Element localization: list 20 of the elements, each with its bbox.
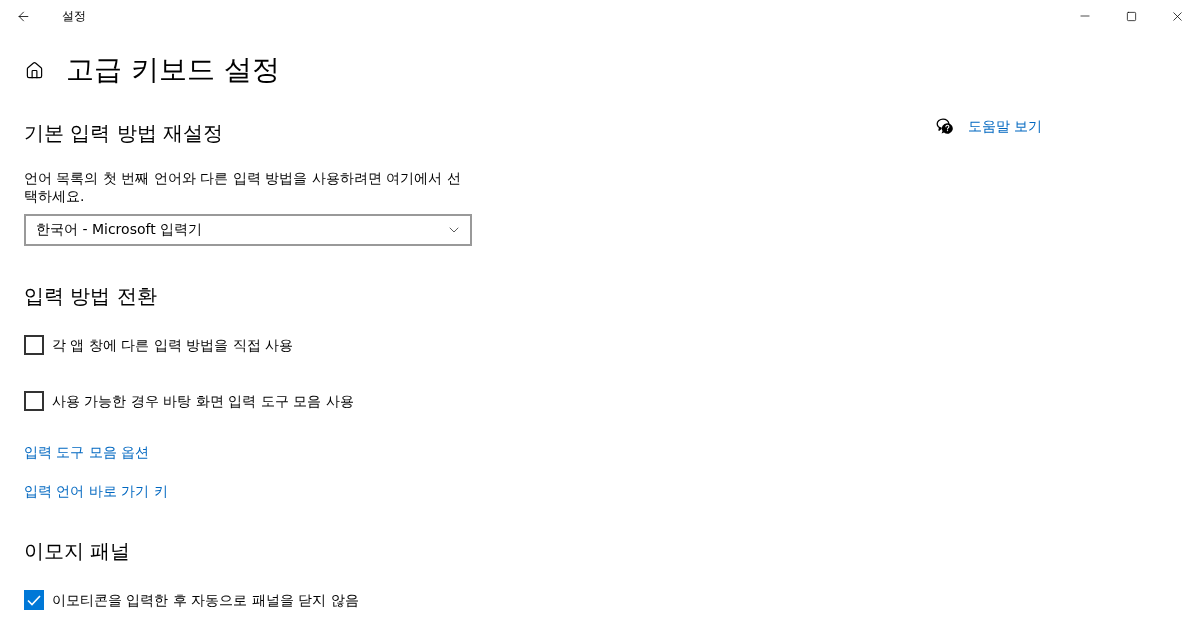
- section-heading: 이모지 패널: [24, 538, 131, 565]
- checkbox-label[interactable]: 사용 가능한 경우 바탕 화면 입력 도구 모음 사용: [52, 391, 354, 411]
- checkbox[interactable]: [24, 391, 44, 411]
- checkbox-label[interactable]: 각 앱 창에 다른 입력 방법을 직접 사용: [52, 335, 294, 355]
- checkbox-label[interactable]: 이모티콘을 입력한 후 자동으로 패널을 닫지 않음: [52, 590, 359, 610]
- checkbox[interactable]: [24, 335, 44, 355]
- window-title: 설정: [62, 8, 86, 24]
- checkbox[interactable]: [24, 590, 44, 610]
- maximize-icon: [1125, 10, 1137, 22]
- section-heading: 기본 입력 방법 재설정: [24, 120, 224, 147]
- chat-question-icon: [936, 118, 954, 134]
- input-method-dropdown[interactable]: 한국어 - Microsoft 입력기: [24, 214, 472, 246]
- home-icon: [24, 60, 44, 80]
- back-arrow-icon: [15, 8, 31, 24]
- page-title: 고급 키보드 설정: [66, 52, 280, 88]
- settings-link[interactable]: 입력 언어 바로 가기 키: [24, 481, 168, 501]
- section-heading: 입력 방법 전환: [24, 283, 157, 310]
- settings-link[interactable]: 입력 도구 모음 옵션: [24, 442, 150, 462]
- description-text: 언어 목록의 첫 번째 언어와 다른 입력 방법을 사용하려면 여기에서 선택하세요.: [24, 169, 462, 205]
- help-link[interactable]: 도움말 보기: [968, 116, 1043, 136]
